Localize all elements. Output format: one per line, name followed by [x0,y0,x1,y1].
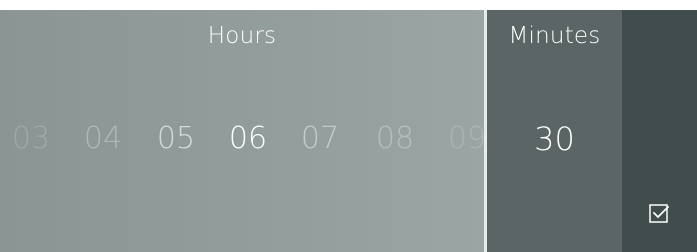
checkbox-check-icon [649,204,670,223]
minutes-panel: Minutes 30 [487,10,622,252]
hours-title: Hours [207,23,277,49]
minutes-title: Minutes [508,23,601,49]
hour-item[interactable]: 09 [432,114,484,164]
hour-item[interactable]: 07 [285,114,355,164]
time-picker: Hours 03 04 05 06 07 08 09 Minutes 30 [0,0,697,252]
hour-item[interactable]: 05 [141,114,211,164]
hour-item[interactable]: 04 [68,114,138,164]
hours-panel: Hours 03 04 05 06 07 08 09 [0,10,484,252]
confirm-button[interactable] [645,198,675,228]
hour-item[interactable]: 08 [360,114,430,164]
hour-item[interactable]: 03 [0,114,66,164]
confirm-panel [622,10,697,252]
hour-item-selected[interactable]: 06 [213,114,283,164]
hours-scroller[interactable]: 03 04 05 06 07 08 09 [0,114,484,164]
minute-value[interactable]: 30 [487,114,622,164]
